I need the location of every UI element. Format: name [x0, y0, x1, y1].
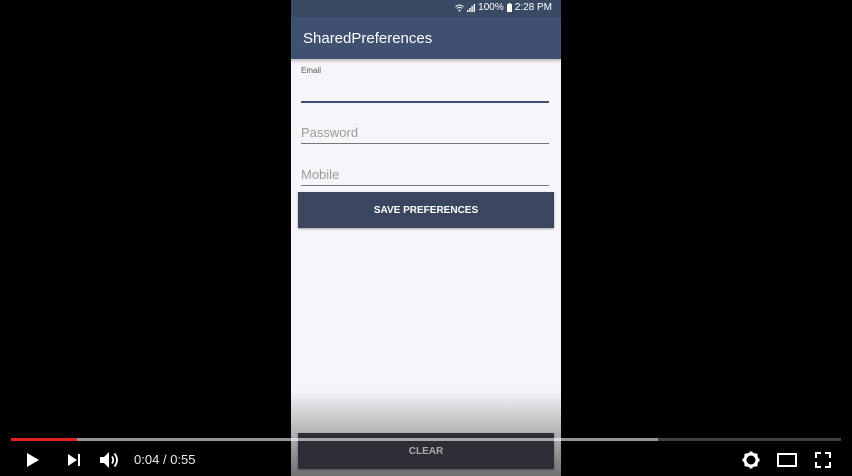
time-separator: /: [162, 452, 167, 467]
play-icon: [27, 453, 39, 467]
play-button[interactable]: [21, 449, 45, 471]
next-icon: [68, 454, 80, 466]
theater-mode-icon: [777, 453, 797, 467]
password-input[interactable]: [301, 121, 549, 144]
theater-mode-button[interactable]: [775, 449, 799, 471]
app-bar: SharedPreferences: [291, 17, 561, 59]
signal-icon: [467, 3, 476, 12]
save-preferences-button[interactable]: SAVE PREFERENCES: [298, 192, 554, 228]
phone-screen: 100% 2:28 PM SharedPreferences Email SAV…: [291, 0, 561, 476]
duration: 0:55: [170, 452, 196, 467]
mobile-field: [301, 163, 551, 187]
clock: 2:28 PM: [514, 2, 552, 13]
email-field: Email: [301, 66, 551, 104]
current-time: 0:04: [134, 452, 160, 467]
fullscreen-icon: [815, 452, 831, 468]
app-title: SharedPreferences: [303, 30, 433, 47]
email-input[interactable]: [301, 79, 549, 103]
next-button[interactable]: [62, 449, 86, 471]
status-bar: 100% 2:28 PM: [291, 0, 561, 17]
settings-icon: [742, 451, 760, 469]
progress-bar[interactable]: [11, 438, 841, 441]
video-controls: 0:04 / 0:55: [0, 430, 852, 476]
password-field: [301, 121, 551, 145]
battery-icon: [506, 3, 512, 12]
battery-percent: 100%: [478, 2, 504, 13]
volume-button[interactable]: [98, 449, 122, 471]
fullscreen-button[interactable]: [811, 449, 835, 471]
wifi-icon: [455, 4, 465, 11]
progress-buffered: [11, 438, 659, 441]
progress-played: [11, 438, 78, 441]
settings-button[interactable]: [739, 449, 763, 471]
volume-icon: [100, 452, 118, 468]
time-display: 0:04 / 0:55: [134, 452, 196, 467]
mobile-input[interactable]: [301, 163, 549, 186]
email-label: Email: [301, 66, 322, 75]
